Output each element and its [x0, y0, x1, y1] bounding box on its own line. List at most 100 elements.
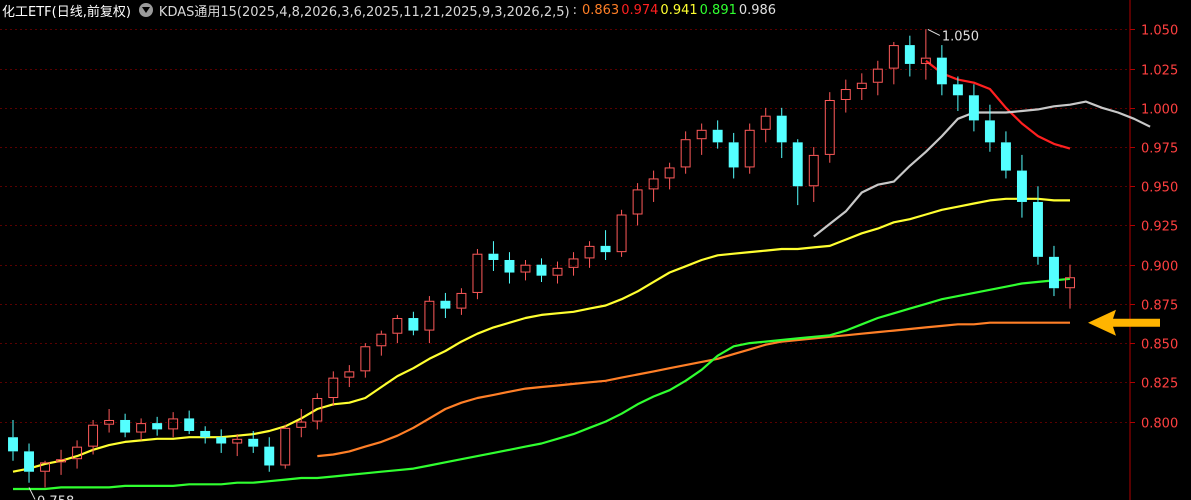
candle-body — [728, 142, 739, 168]
candle — [1049, 245, 1059, 297]
candle — [728, 132, 739, 179]
candle-body — [504, 259, 515, 273]
candle-body — [136, 423, 147, 433]
candle-body — [264, 446, 275, 466]
candle — [296, 409, 307, 438]
candle — [24, 443, 34, 483]
candle — [136, 418, 147, 441]
candle-body — [648, 178, 659, 190]
y-tick-label: 0.875 — [1141, 299, 1178, 314]
candle — [232, 434, 243, 457]
candle-body — [120, 419, 131, 433]
candle-body — [664, 167, 675, 179]
candle — [8, 419, 18, 461]
candle-body — [216, 437, 227, 444]
candle — [664, 162, 675, 190]
candle-body — [520, 264, 531, 273]
candle — [504, 252, 515, 284]
y-tick-label: 0.850 — [1141, 338, 1178, 353]
candle — [408, 311, 419, 336]
y-tick-label: 0.975 — [1141, 142, 1178, 157]
y-tick-label: 0.800 — [1141, 417, 1178, 432]
candle — [616, 209, 627, 257]
candle — [680, 131, 691, 174]
candle — [536, 258, 547, 282]
candle — [216, 429, 227, 453]
candle — [424, 296, 435, 344]
candle — [904, 35, 915, 77]
candle — [872, 60, 883, 96]
candle-body — [744, 129, 755, 168]
candle — [808, 147, 819, 202]
series-line-4 — [813, 100, 1151, 238]
candle-body — [472, 253, 483, 293]
candle-body — [344, 371, 355, 378]
candle-body — [808, 154, 819, 187]
y-tick-label: 1.025 — [1141, 64, 1178, 79]
candle — [760, 107, 771, 143]
candle-body — [328, 377, 339, 399]
candle — [456, 288, 467, 315]
candle — [824, 92, 835, 163]
candle-body — [856, 82, 867, 90]
candlestick-chart[interactable]: 1.050 1.025 1.000 0.975 0.950 0.925 0.900 0.875… — [0, 0, 1191, 500]
series-line-0 — [317, 321, 1070, 458]
candles — [8, 29, 1075, 488]
candle — [968, 84, 979, 132]
candle — [888, 41, 899, 85]
candle — [344, 365, 355, 388]
candle — [440, 292, 451, 319]
candle-body — [536, 264, 547, 276]
candle-body — [1049, 256, 1059, 289]
candle-body — [984, 120, 995, 143]
candle — [200, 426, 211, 444]
candle-body — [600, 245, 611, 253]
candle-body — [24, 451, 34, 472]
arrow-shape — [1088, 309, 1160, 336]
candle — [264, 437, 275, 472]
y-tick-label: 0.825 — [1141, 377, 1178, 392]
candle — [184, 410, 195, 435]
candle-body — [456, 292, 467, 309]
candle-body — [936, 57, 947, 85]
candle — [712, 120, 723, 149]
candle — [472, 249, 483, 300]
candle — [952, 76, 963, 111]
candle — [600, 230, 611, 260]
candle — [168, 412, 179, 438]
candle-body — [568, 258, 579, 268]
candle — [776, 107, 787, 159]
candle-body — [632, 189, 643, 215]
candle-body — [424, 300, 435, 331]
candle-body — [840, 89, 851, 100]
price-axis: 1.050 1.025 1.000 0.975 0.950 0.925 0.900 0.875… — [1129, 0, 1178, 500]
candle-body — [1032, 201, 1043, 257]
high-marker-line — [927, 28, 941, 36]
candle-body — [616, 214, 627, 253]
y-tick-label: 0.900 — [1141, 260, 1178, 275]
candle-body — [488, 253, 499, 260]
candle — [152, 416, 163, 436]
candle-body — [872, 68, 883, 83]
candle-body — [712, 129, 723, 143]
candle-body — [552, 267, 563, 276]
y-tick-label: 1.050 — [1141, 24, 1178, 39]
candle — [632, 183, 643, 226]
candle — [936, 45, 947, 96]
low-marker-label: 0.758 — [37, 494, 74, 500]
y-tick-label: 0.925 — [1141, 220, 1178, 235]
candle — [328, 371, 339, 406]
candle-body — [968, 95, 979, 121]
candle — [1065, 264, 1075, 309]
candle-body — [8, 437, 18, 452]
candle-body — [392, 318, 403, 334]
series-line-3 — [13, 277, 1071, 491]
series-line-1 — [925, 59, 1071, 150]
candle-body — [248, 438, 259, 447]
candle — [360, 343, 371, 378]
candle-body — [440, 300, 451, 309]
candle-body — [792, 142, 803, 187]
candle-body — [184, 418, 195, 431]
candle-body — [1000, 142, 1011, 171]
high-marker-label: 1.050 — [942, 29, 979, 44]
